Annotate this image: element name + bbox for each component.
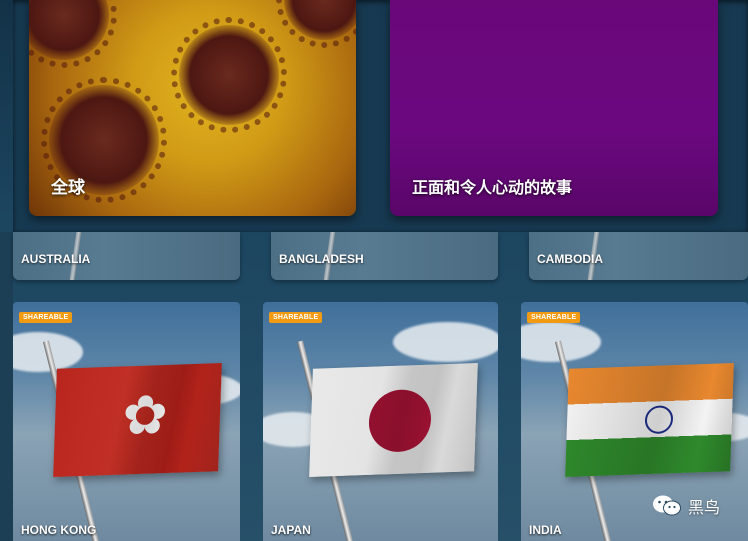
left-edge bbox=[0, 232, 13, 541]
hong-kong-flag-icon: ✿ bbox=[53, 363, 222, 477]
watermark-text: 黑鸟 bbox=[688, 500, 721, 517]
country-tile-hong-kong[interactable]: ✿ SHAREABLE HONG KONG bbox=[13, 302, 240, 541]
flag-shade bbox=[565, 363, 734, 477]
watermark: 黑鸟 bbox=[652, 494, 720, 518]
country-label: CAMBODIA bbox=[537, 252, 603, 266]
japan-flag-icon bbox=[309, 363, 478, 477]
global-tile[interactable]: 全球 bbox=[29, 0, 356, 216]
virus-particle-image bbox=[171, 17, 287, 133]
country-label: INDIA bbox=[529, 523, 562, 537]
country-label: HONG KONG bbox=[21, 523, 97, 537]
country-tile-cambodia[interactable]: CAMBODIA bbox=[529, 232, 748, 280]
country-tile-bangladesh[interactable]: BANGLADESH bbox=[271, 232, 498, 280]
cloud-image bbox=[393, 322, 498, 362]
india-flag-icon bbox=[565, 363, 734, 477]
shareable-badge: SHAREABLE bbox=[269, 312, 323, 323]
virus-particle-image bbox=[29, 0, 117, 68]
wechat-icon bbox=[652, 494, 682, 518]
country-label: BANGLADESH bbox=[279, 252, 364, 266]
shareable-badge: SHAREABLE bbox=[527, 312, 581, 323]
country-tile-japan[interactable]: SHAREABLE JAPAN bbox=[263, 302, 498, 541]
flag-shade bbox=[53, 363, 222, 477]
flag-shade bbox=[309, 363, 478, 477]
country-label: JAPAN bbox=[271, 523, 311, 537]
country-tile-australia[interactable]: AUSTRALIA bbox=[13, 232, 240, 280]
global-tile-label: 全球 bbox=[51, 178, 85, 197]
virus-particle-image bbox=[276, 0, 356, 48]
country-label: AUSTRALIA bbox=[21, 252, 91, 266]
shareable-badge: SHAREABLE bbox=[19, 312, 73, 323]
positive-stories-tile[interactable]: 正面和令人心动的故事 bbox=[390, 0, 718, 216]
stories-tile-label: 正面和令人心动的故事 bbox=[412, 180, 573, 197]
